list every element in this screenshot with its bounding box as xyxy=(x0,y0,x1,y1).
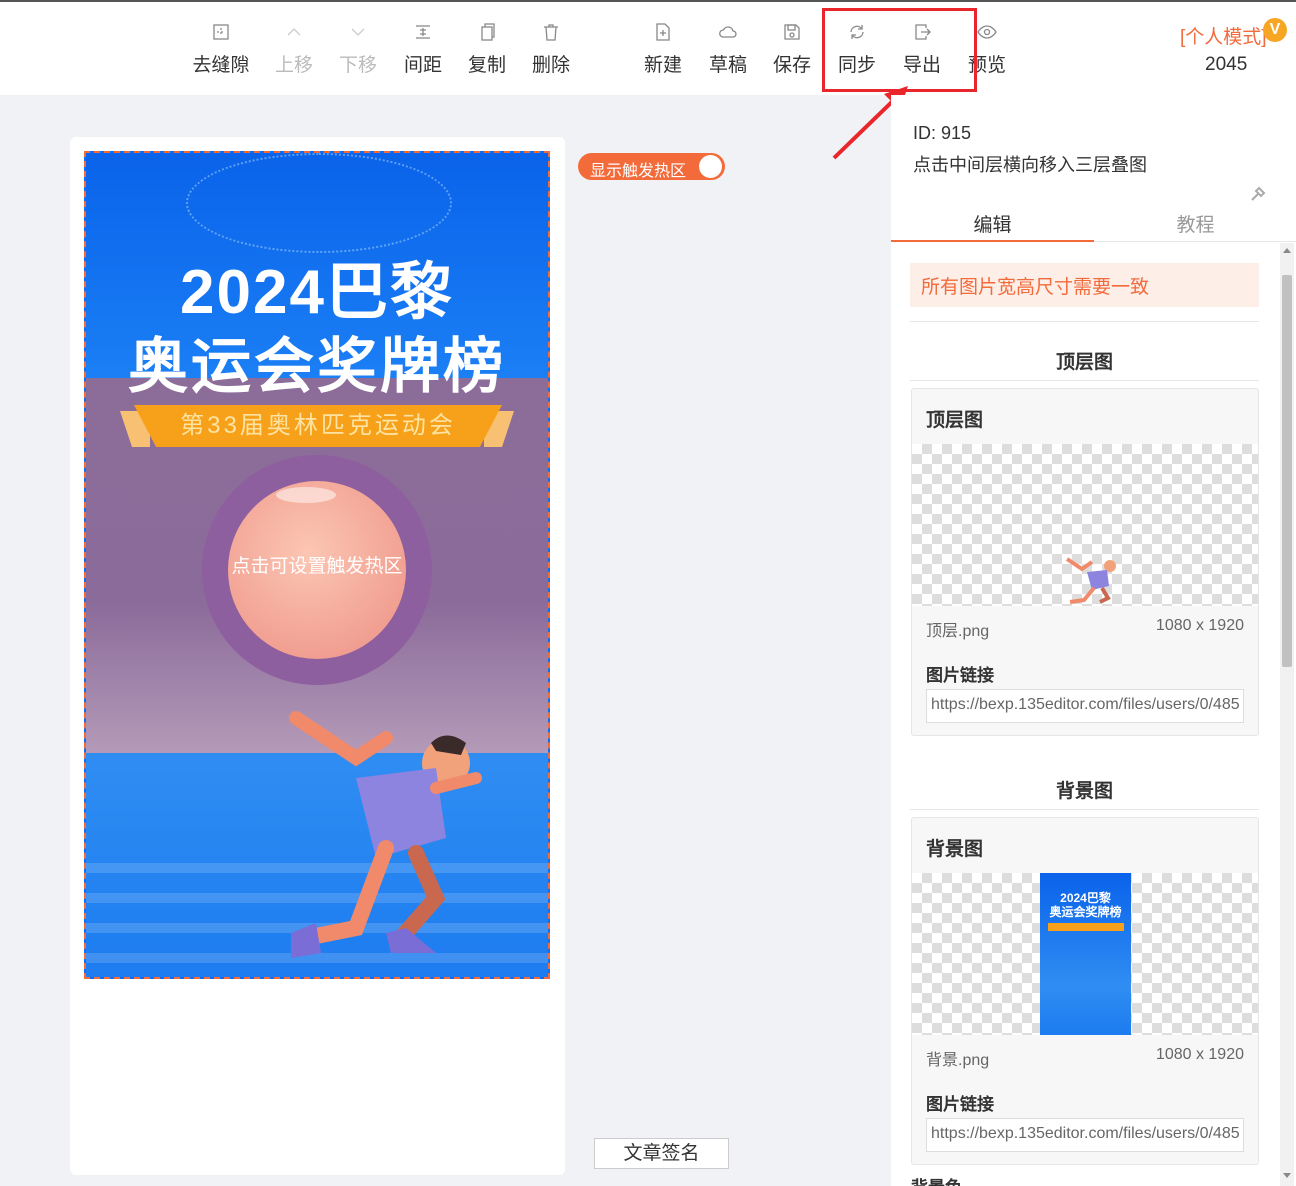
divider xyxy=(910,380,1259,381)
section-heading-background-color: 背景色 xyxy=(911,1173,962,1186)
image-size-notice: 所有图片宽高尺寸需要一致 xyxy=(910,263,1259,307)
panel-scroll-area[interactable]: 所有图片宽高尺寸需要一致 顶层图 顶层图 顶层.png 1080 x 1920 … xyxy=(891,243,1296,1186)
panel-scrollbar[interactable] xyxy=(1280,243,1294,1186)
scroll-down-icon[interactable] xyxy=(1283,1173,1291,1178)
top-layer-link-input[interactable]: https://bexp.135editor.com/files/users/0… xyxy=(926,689,1244,723)
tab-edit[interactable]: 编辑 xyxy=(891,210,1094,237)
spacing-label: 间距 xyxy=(403,55,442,76)
divider xyxy=(910,809,1259,810)
show-hotspot-label: 显示触发热区 xyxy=(590,163,687,180)
image-link-label: 图片链接 xyxy=(926,666,994,685)
orb-shine xyxy=(276,487,336,503)
properties-panel: ID: 915 点击中间层横向移入三层叠图 编辑 教程 所有图片宽高尺寸需要一致… xyxy=(891,95,1296,1186)
copy-icon xyxy=(455,22,519,46)
copy-label: 复制 xyxy=(467,55,506,76)
image-link-label: 图片链接 xyxy=(926,1095,994,1114)
new-button[interactable]: 新建 xyxy=(631,22,695,77)
scroll-thumb[interactable] xyxy=(1282,275,1292,667)
top-toolbar: 去缝隙 上移 下移 间距 复制 删除 新建 草稿 保存 同步 导出 预览 [个人… xyxy=(0,0,1296,95)
copy-button[interactable]: 复制 xyxy=(455,22,519,77)
scroll-up-icon[interactable] xyxy=(1283,248,1291,253)
hotspot-label[interactable]: 点击可设置触发热区 xyxy=(86,551,548,578)
remove-gap-button[interactable]: 去缝隙 xyxy=(189,22,253,77)
background-image-card: 背景图 2024巴黎 奥运会奖牌榜 背景.png 1080 x 1920 图片链… xyxy=(911,817,1259,1165)
user-count: 2045 xyxy=(1205,54,1248,75)
save-icon xyxy=(760,22,824,46)
save-label: 保存 xyxy=(772,55,811,76)
draft-button[interactable]: 草稿 xyxy=(696,22,760,77)
spacing-icon xyxy=(391,22,455,46)
poster-title-line2: 奥运会奖牌榜 xyxy=(128,333,506,400)
panel-tabs: 编辑 教程 xyxy=(891,200,1296,248)
chevron-up-icon xyxy=(262,22,326,46)
delete-button[interactable]: 删除 xyxy=(519,22,583,77)
thumb-ribbon xyxy=(1047,923,1124,931)
gap-icon xyxy=(189,22,253,46)
background-file-name: 背景.png xyxy=(926,1052,990,1069)
thumb-title-line1: 2024巴黎 xyxy=(1060,891,1111,905)
chevron-down-icon xyxy=(326,22,390,46)
top-layer-image-card: 顶层图 顶层.png 1080 x 1920 图片链接 https://bexp… xyxy=(911,388,1259,736)
new-label: 新建 xyxy=(643,55,682,76)
runner-illustration-icon xyxy=(289,711,482,958)
move-up-button[interactable]: 上移 xyxy=(262,22,326,77)
new-file-icon xyxy=(631,22,695,46)
tab-tutorial[interactable]: 教程 xyxy=(1094,210,1296,237)
save-button[interactable]: 保存 xyxy=(760,22,824,77)
show-hotspot-toggle[interactable]: 显示触发热区 xyxy=(578,153,725,180)
move-up-label: 上移 xyxy=(274,55,313,76)
article-signature-button[interactable]: 文章签名 xyxy=(594,1138,729,1169)
template-id: ID: 915 xyxy=(913,123,972,143)
move-down-label: 下移 xyxy=(338,55,377,76)
remove-gap-label: 去缝隙 xyxy=(192,55,250,76)
light-ring-decoration xyxy=(186,153,452,253)
draft-label: 草稿 xyxy=(708,55,747,76)
image-card-title: 背景图 xyxy=(926,839,984,860)
toggle-knob xyxy=(699,155,722,178)
top-layer-dimensions: 1080 x 1920 xyxy=(1155,617,1244,634)
runner-thumbnail-icon xyxy=(1065,557,1116,604)
personal-mode-link[interactable]: [个人模式] xyxy=(1180,22,1267,49)
vip-badge-icon: V xyxy=(1263,18,1287,42)
template-name: 点击中间层横向移入三层叠图 xyxy=(913,155,1147,175)
trash-icon xyxy=(519,22,583,46)
background-dimensions: 1080 x 1920 xyxy=(1155,1046,1244,1063)
section-heading-background: 背景图 xyxy=(1055,781,1113,802)
background-link-input[interactable]: https://bexp.135editor.com/files/users/0… xyxy=(926,1118,1244,1152)
delete-label: 删除 xyxy=(531,55,570,76)
thumb-title-line2: 奥运会奖牌榜 xyxy=(1049,905,1122,919)
move-down-button[interactable]: 下移 xyxy=(326,22,390,77)
spacing-button[interactable]: 间距 xyxy=(391,22,455,77)
top-layer-file-name: 顶层.png xyxy=(926,623,990,640)
top-layer-image-preview[interactable] xyxy=(912,444,1258,606)
image-card-title: 顶层图 xyxy=(926,410,984,431)
section-heading-top-layer: 顶层图 xyxy=(1055,352,1113,373)
background-thumbnail: 2024巴黎 奥运会奖牌榜 xyxy=(1040,873,1131,1035)
poster-preview[interactable]: 2024巴黎 奥运会奖牌榜 第33届奥林匹克运动会 点击可设置触发热区 xyxy=(84,151,550,979)
cloud-icon xyxy=(696,22,760,46)
poster-ribbon: 第33届奥林匹克运动会 xyxy=(134,405,502,447)
divider xyxy=(910,321,1259,322)
